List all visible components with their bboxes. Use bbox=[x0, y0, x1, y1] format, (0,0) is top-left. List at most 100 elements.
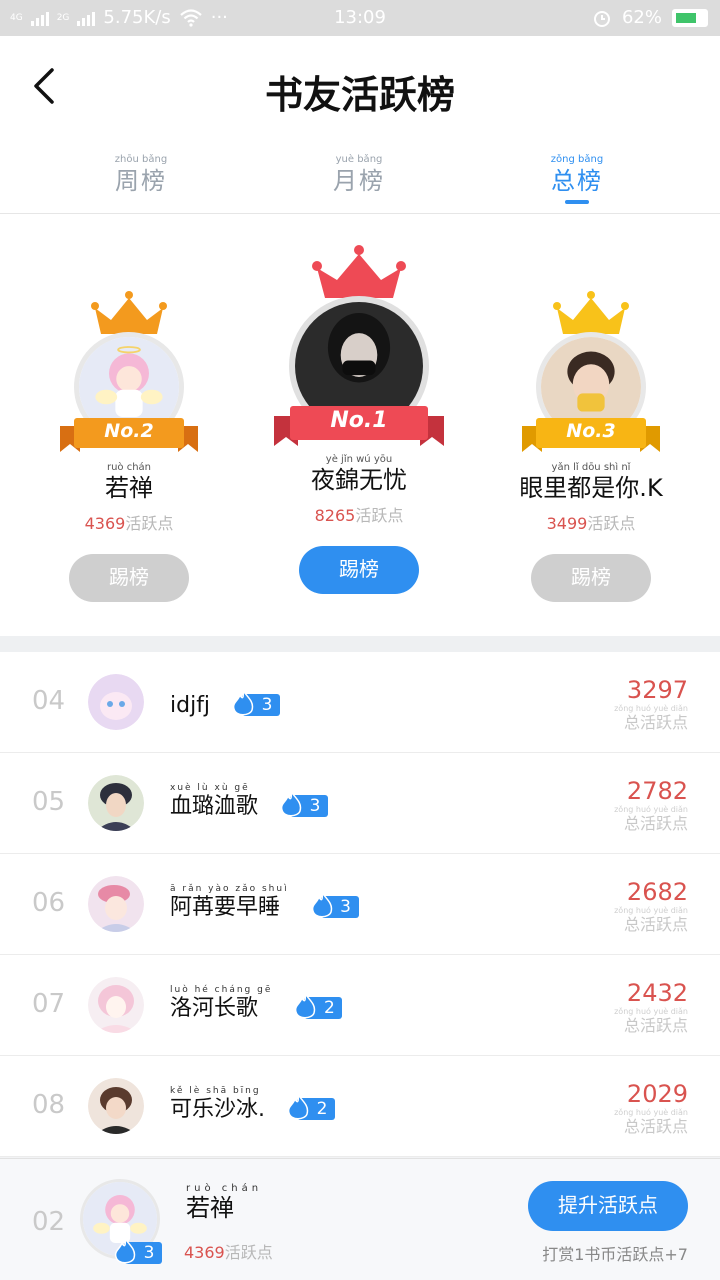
my-name-text: 若禅 bbox=[186, 1194, 234, 1222]
avatar[interactable] bbox=[88, 977, 144, 1033]
boost-activity-button[interactable]: 提升活跃点 bbox=[528, 1181, 688, 1231]
my-level-badge: 3 bbox=[110, 1237, 162, 1265]
list-item[interactable]: 08 kě lè shā bīng 可乐沙冰. 2 2029 zǒng huó … bbox=[0, 1056, 720, 1157]
tab-weekly-pinyin: zhōu bǎng bbox=[114, 154, 168, 165]
user-name-text: idjfj bbox=[170, 693, 211, 718]
alarm-icon bbox=[593, 10, 610, 27]
podium-third: No.3 yǎn lǐ dōu shì nǐ 眼里都是你.K 3499活跃点 踢… bbox=[491, 290, 691, 602]
flame-icon bbox=[287, 1093, 309, 1120]
tab-weekly[interactable]: zhōu bǎng 周榜 bbox=[81, 154, 201, 204]
user-name: 若禅 bbox=[105, 474, 153, 502]
score-value: 3297 bbox=[626, 676, 688, 704]
user-name-pinyin: yè jǐn wú yōu bbox=[325, 454, 393, 465]
score-value: 2682 bbox=[626, 878, 688, 906]
rank-badge: No.2 bbox=[104, 420, 154, 442]
flame-icon bbox=[311, 891, 332, 918]
avatar[interactable] bbox=[88, 876, 144, 932]
kick-button[interactable]: 踢榜 bbox=[299, 546, 419, 594]
activity-score: 4369活跃点 bbox=[29, 510, 229, 534]
rank-number: 07 bbox=[32, 989, 66, 1019]
score-value: 4369 bbox=[84, 514, 126, 533]
tab-underline bbox=[347, 200, 371, 204]
rank-number: 05 bbox=[32, 787, 66, 817]
score-value: 2029 bbox=[626, 1080, 688, 1108]
tab-active-underline bbox=[565, 200, 589, 204]
battery-percent: 62% bbox=[621, 7, 662, 28]
user-name-text: 洛河长歌 bbox=[170, 996, 259, 1021]
level-badge: 2 bbox=[290, 992, 343, 1020]
score-value: 3499 bbox=[546, 514, 588, 533]
tab-monthly-pinyin: yuè bǎng bbox=[335, 154, 383, 165]
crown-icon bbox=[91, 291, 167, 334]
avatar[interactable] bbox=[88, 674, 144, 730]
tab-total-pinyin: zǒng bǎng bbox=[550, 154, 604, 165]
activity-score: 2432 zǒng huó yuè diǎn 总活跃点 bbox=[614, 979, 688, 1035]
user-name: luò hé cháng gē 洛河长歌 bbox=[170, 985, 272, 1022]
score-value: 8265 bbox=[314, 506, 356, 525]
header: 书友活跃榜 zhōu bǎng 周榜 yuè bǎng 月榜 zǒng bǎng… bbox=[0, 36, 720, 214]
list-item[interactable]: 04 idjfj 3 3297 zǒng huó yuè diǎn 总活跃点 bbox=[0, 652, 720, 753]
boost-label: 提升活跃点 bbox=[558, 1195, 658, 1217]
user-name-pinyin: kě lè shā bīng bbox=[170, 1086, 261, 1096]
rank-number: 04 bbox=[32, 686, 66, 716]
podium-second: No.2 ruò chán 若禅 4369活跃点 踢榜 bbox=[29, 290, 229, 602]
user-name: 夜錦无忧 bbox=[311, 466, 407, 494]
kick-label: 踢榜 bbox=[109, 567, 149, 589]
top-three-podium: No.2 ruò chán 若禅 4369活跃点 踢榜 No.1 yè jǐn … bbox=[0, 214, 720, 636]
tab-total-label: 总榜 bbox=[551, 167, 603, 195]
kick-button[interactable]: 踢榜 bbox=[69, 554, 189, 602]
score-unit: 总活跃点 bbox=[623, 713, 688, 732]
user-name-text: 可乐沙冰. bbox=[170, 1097, 265, 1122]
flame-icon bbox=[280, 790, 302, 817]
user-name-pinyin: ā rǎn yào zǎo shuì bbox=[170, 884, 289, 894]
my-rank-bar: 02 3 ruò chán 若禅 4369活跃点 提升活跃点 打赏1书币活跃点+… bbox=[0, 1158, 720, 1280]
activity-score: 8265活跃点 bbox=[259, 502, 459, 526]
my-activity-score: 4369活跃点 bbox=[184, 1239, 273, 1263]
user-name: 眼里都是你.K bbox=[519, 474, 663, 502]
kick-button[interactable]: 踢榜 bbox=[531, 554, 651, 602]
rank-badge: No.1 bbox=[330, 408, 388, 433]
list-item[interactable]: 06 ā rǎn yào zǎo shuì 阿苒要早睡 3 2682 zǒng … bbox=[0, 854, 720, 955]
level-badge: 2 bbox=[283, 1093, 335, 1121]
list-item[interactable]: 07 luò hé cháng gē 洛河长歌 2 2432 zǒng huó … bbox=[0, 955, 720, 1056]
score-unit: 活跃点 bbox=[224, 1243, 273, 1262]
score-unit: 总活跃点 bbox=[623, 915, 688, 934]
avatar[interactable] bbox=[88, 775, 144, 831]
kick-label: 踢榜 bbox=[339, 559, 379, 581]
activity-score: 3297 zǒng huó yuè diǎn 总活跃点 bbox=[614, 676, 688, 732]
my-name: ruò chán 若禅 bbox=[186, 1183, 262, 1221]
rank-badge: No.3 bbox=[566, 420, 616, 442]
score-unit: 总活跃点 bbox=[623, 1016, 688, 1035]
crown-icon bbox=[553, 291, 629, 334]
user-name-pinyin: yǎn lǐ dōu shì nǐ bbox=[551, 462, 631, 473]
my-rank-number: 02 bbox=[32, 1207, 66, 1237]
page-title: 书友活跃榜 bbox=[264, 72, 455, 117]
tab-monthly[interactable]: yuè bǎng 月榜 bbox=[299, 154, 419, 204]
podium-first: No.1 yè jǐn wú yōu 夜錦无忧 8265活跃点 踢榜 bbox=[259, 244, 459, 594]
score-value: 2782 bbox=[626, 777, 688, 805]
score-unit: 总活跃点 bbox=[623, 814, 688, 833]
tab-monthly-label: 月榜 bbox=[333, 167, 385, 195]
battery-icon bbox=[672, 8, 708, 27]
score-unit: 总活跃点 bbox=[623, 1117, 688, 1136]
tab-bar: zhōu bǎng 周榜 yuè bǎng 月榜 zǒng bǎng 总榜 bbox=[0, 154, 720, 214]
level-badge: 3 bbox=[228, 689, 281, 717]
reward-hint: 打赏1书币活跃点+7 bbox=[542, 1245, 688, 1264]
user-name-pinyin: luò hé cháng gē bbox=[170, 985, 273, 995]
activity-score: 2782 zǒng huó yuè diǎn 总活跃点 bbox=[614, 777, 688, 833]
score-value: 4369 bbox=[184, 1243, 225, 1262]
flame-icon bbox=[232, 689, 254, 716]
crown-icon bbox=[312, 245, 406, 298]
avatar[interactable] bbox=[88, 1078, 144, 1134]
level-badge: 3 bbox=[276, 790, 329, 818]
rank-number: 08 bbox=[32, 1090, 66, 1120]
tab-total[interactable]: zǒng bǎng 总榜 bbox=[517, 154, 637, 204]
user-name: xuè lù xù gē 血璐洫歌 bbox=[170, 783, 258, 820]
user-name: idjfj bbox=[170, 682, 210, 719]
user-name: ā rǎn yào zǎo shuì 阿苒要早睡 bbox=[170, 884, 289, 921]
score-unit: 活跃点 bbox=[125, 514, 174, 533]
kick-label: 踢榜 bbox=[571, 567, 611, 589]
status-bar: 4G 2G 5.75K/s ··· 13:09 62% bbox=[0, 0, 720, 36]
list-item[interactable]: 05 xuè lù xù gē 血璐洫歌 3 2782 zǒng huó yuè… bbox=[0, 753, 720, 854]
activity-score: 3499活跃点 bbox=[491, 510, 691, 534]
